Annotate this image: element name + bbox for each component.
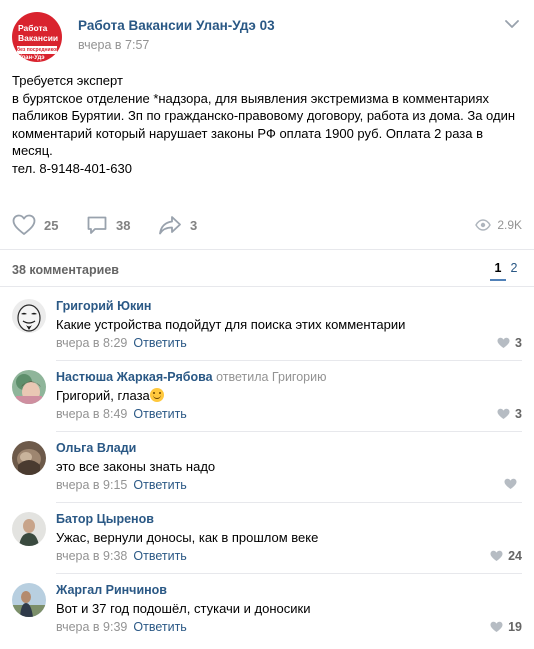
share-count: 3	[190, 217, 198, 233]
comment-item: Ольга Влади это все законы знать надо вч…	[0, 441, 534, 501]
comment-item: Батор Цыренов Ужас, вернули доносы, как …	[0, 512, 534, 572]
comment-avatar[interactable]	[12, 299, 46, 333]
heart-icon	[490, 621, 503, 632]
comment-avatar[interactable]	[12, 370, 46, 404]
comment-like-count: 3	[515, 407, 522, 421]
group-avatar-strip: без посредников	[17, 46, 57, 54]
comments-count-header: 38 комментариев	[12, 263, 119, 277]
reply-button[interactable]: Ответить	[133, 478, 186, 492]
comment-author-link[interactable]: Настюша Жаркая-Рябова ответила Григорию	[56, 370, 326, 384]
comment-author-name: Жаргал Ринчинов	[56, 583, 167, 597]
group-avatar-text: Улан-Удэ	[18, 55, 45, 61]
heart-icon	[497, 408, 510, 419]
comment-author-name: Настюша Жаркая-Рябова	[56, 370, 213, 384]
divider	[56, 502, 522, 503]
heart-icon	[504, 478, 517, 489]
divider	[56, 431, 522, 432]
comment-icon	[87, 216, 107, 234]
comment-like-button[interactable]: 19	[490, 620, 522, 634]
like-button[interactable]: 25	[12, 210, 58, 240]
comment-text-content: Григорий, глаза	[56, 388, 150, 403]
post-time-link[interactable]: вчера в 7:57	[78, 38, 149, 52]
heart-icon	[490, 550, 503, 561]
comment-meta: вчера в 9:39 Ответить	[56, 620, 187, 634]
comment-time-link[interactable]: вчера в 8:49	[56, 407, 127, 421]
comment-time-link[interactable]: вчера в 8:29	[56, 336, 127, 350]
post-menu-chevron-icon[interactable]	[504, 18, 520, 30]
reply-button[interactable]: Ответить	[133, 620, 186, 634]
share-icon	[159, 216, 181, 235]
reply-button[interactable]: Ответить	[133, 336, 186, 350]
reply-to-label[interactable]: ответила Григорию	[216, 370, 326, 384]
comment-like-count: 3	[515, 336, 522, 350]
comment-author-name: Григорий Юкин	[56, 299, 152, 313]
comment-text: Какие устройства подойдут для поиска эти…	[56, 317, 406, 332]
comment-text: это все законы знать надо	[56, 459, 216, 474]
eye-icon	[475, 219, 492, 231]
comment-avatar[interactable]	[12, 583, 46, 617]
comment-like-button[interactable]: 24	[490, 549, 522, 563]
smile-emoji-icon	[149, 388, 164, 402]
comment-text: Ужас, вернули доносы, как в прошлом веке	[56, 530, 319, 545]
post-header: Работа Вакансии без посредников Улан-Удэ…	[0, 0, 534, 62]
group-avatar-text: Работа	[18, 23, 48, 33]
divider	[56, 573, 522, 574]
comment-time-link[interactable]: вчера в 9:15	[56, 478, 127, 492]
divider	[56, 360, 522, 361]
comment-text: Вот и 37 год подошёл, стукачи и доносики	[56, 601, 311, 616]
views-count: 2.9K	[497, 218, 522, 232]
page-2-link[interactable]: 2	[506, 261, 522, 281]
group-name-link[interactable]: Работа Вакансии Улан-Удэ 03	[78, 18, 275, 33]
comment-avatar[interactable]	[12, 512, 46, 546]
comment-meta: вчера в 8:29 Ответить	[56, 336, 187, 350]
comment-author-link[interactable]: Ольга Влади	[56, 441, 136, 455]
group-avatar[interactable]: Работа Вакансии без посредников Улан-Удэ	[12, 12, 62, 62]
reply-button[interactable]: Ответить	[133, 549, 186, 563]
comment-author-link[interactable]: Жаргал Ринчинов	[56, 583, 167, 597]
comment-like-button[interactable]	[504, 478, 522, 490]
comment-author-name: Батор Цыренов	[56, 512, 154, 526]
comment-meta: вчера в 8:49 Ответить	[56, 407, 187, 421]
comment-item: Настюша Жаркая-Рябова ответила Григорию …	[0, 370, 534, 430]
reply-button[interactable]: Ответить	[133, 407, 186, 421]
comment-item: Григорий Юкин Какие устройства подойдут …	[0, 299, 534, 359]
comment-avatar[interactable]	[12, 441, 46, 475]
comment-author-name: Ольга Влади	[56, 441, 137, 455]
group-avatar-text: Вакансии	[18, 33, 59, 43]
comment-time-link[interactable]: вчера в 9:39	[56, 620, 127, 634]
comment-button[interactable]: 38	[86, 210, 130, 240]
heart-icon	[12, 214, 36, 235]
comment-meta: вчера в 9:38 Ответить	[56, 549, 187, 563]
divider	[0, 286, 534, 287]
like-count: 25	[44, 217, 59, 233]
comments-pager: 1 2	[490, 261, 522, 281]
comment-like-button[interactable]: 3	[497, 407, 522, 421]
share-button[interactable]: 3	[158, 210, 197, 240]
comment-text: Григорий, глаза	[56, 388, 164, 403]
page-1-link[interactable]: 1	[490, 261, 506, 281]
divider	[0, 249, 534, 250]
heart-icon	[497, 337, 510, 348]
post-actions: 25 38 3	[0, 210, 534, 240]
comment-like-button[interactable]: 3	[497, 336, 522, 350]
views-counter: 2.9K	[475, 216, 522, 234]
comment-item: Жаргал Ринчинов Вот и 37 год подошёл, ст…	[0, 583, 534, 643]
comment-meta: вчера в 9:15 Ответить	[56, 478, 187, 492]
comment-author-link[interactable]: Григорий Юкин	[56, 299, 151, 313]
comment-like-count: 19	[508, 620, 522, 634]
comment-time-link[interactable]: вчера в 9:38	[56, 549, 127, 563]
comment-author-link[interactable]: Батор Цыренов	[56, 512, 154, 526]
comment-like-count: 24	[508, 549, 522, 563]
comment-count: 38	[116, 217, 131, 233]
post-text: Требуется эксперт в бурятское отделение …	[12, 73, 516, 176]
